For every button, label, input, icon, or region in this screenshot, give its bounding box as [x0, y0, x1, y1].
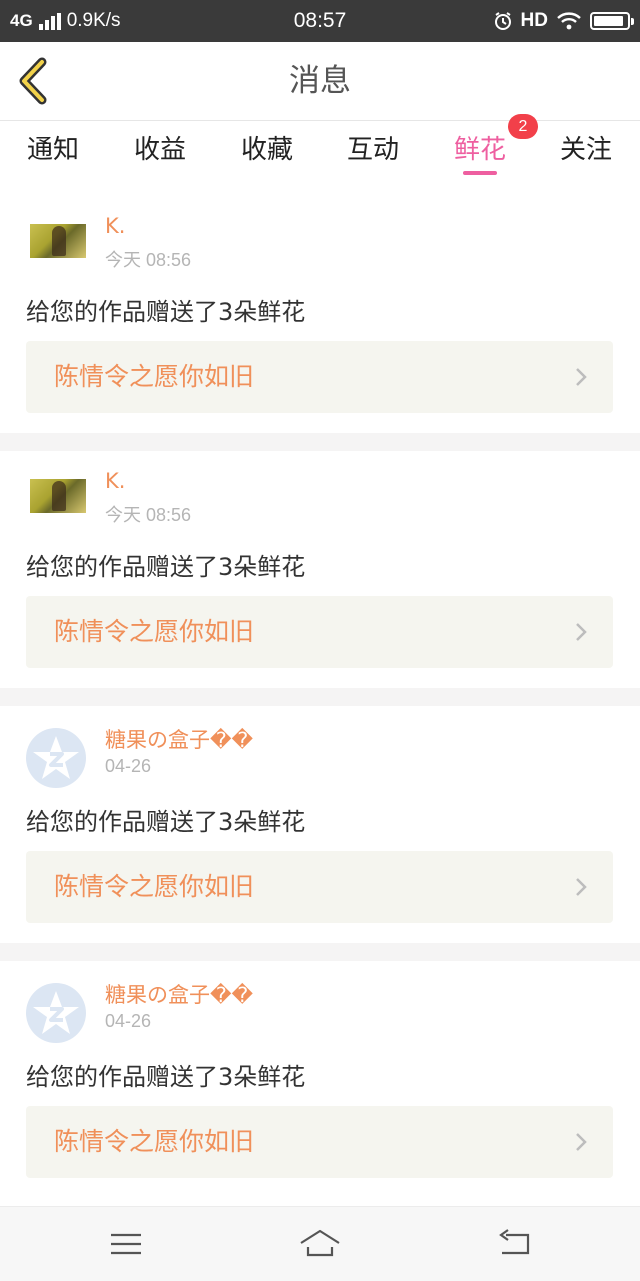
work-link[interactable]: 陈情令之愿你如旧 — [26, 596, 613, 668]
work-title: 陈情令之愿你如旧 — [54, 1127, 255, 1156]
work-title: 陈情令之愿你如旧 — [54, 362, 255, 391]
page-title: 消息 — [289, 63, 351, 99]
message-text: 给您的作品赠送了3朵鲜花 — [26, 553, 306, 581]
chevron-right-icon — [576, 368, 587, 386]
divider — [0, 433, 640, 451]
tab-notifications[interactable]: 通知 — [13, 121, 93, 181]
message-text: 给您的作品赠送了3朵鲜花 — [26, 298, 306, 326]
tab-favorites[interactable]: 收藏 — [227, 121, 307, 181]
tab-label: 关注 — [559, 135, 612, 165]
tab-interactions[interactable]: 互动 — [333, 121, 413, 181]
tab-bar: 通知 收益 收藏 互动 鲜花 2 关注 — [0, 114, 640, 181]
default-avatar-star-icon — [33, 991, 79, 1034]
unread-badge: 2 — [508, 114, 538, 139]
work-link[interactable]: 陈情令之愿你如旧 — [26, 1106, 613, 1178]
status-bar: 4G 0.9K/s 08:57 HD — [0, 0, 640, 42]
message-text: 给您的作品赠送了3朵鲜花 — [26, 808, 306, 836]
tab-label: 互动 — [346, 135, 399, 165]
username[interactable]: 糖果の盒子�� — [105, 724, 253, 754]
avatar[interactable] — [26, 728, 86, 788]
username[interactable]: 糖果の盒子�� — [105, 979, 253, 1009]
default-avatar-star-icon — [33, 736, 79, 779]
title-bar: 消息 — [0, 42, 640, 121]
list-item: 糖果の盒子�� 04-26 给您的作品赠送了3朵鲜花 陈情令之愿你如旧 — [0, 961, 640, 1198]
chevron-right-icon — [576, 623, 587, 641]
hd-label: HD — [520, 10, 548, 31]
list-item: K. 今天 08:56 给您的作品赠送了3朵鲜花 陈情令之愿你如旧 — [0, 196, 640, 433]
system-nav-bar — [0, 1206, 640, 1281]
list-item: K. 今天 08:56 给您的作品赠送了3朵鲜花 陈情令之愿你如旧 — [0, 451, 640, 688]
username[interactable]: K. — [105, 469, 125, 493]
home-icon[interactable] — [298, 1225, 342, 1263]
status-right: HD — [493, 0, 634, 42]
avatar[interactable] — [26, 983, 86, 1043]
chevron-right-icon — [576, 1133, 587, 1151]
work-link[interactable]: 陈情令之愿你如旧 — [26, 341, 613, 413]
divider — [0, 943, 640, 961]
chevron-right-icon — [576, 878, 587, 896]
tab-follows[interactable]: 关注 — [546, 121, 626, 181]
list-item: 糖果の盒子�� 04-26 给您的作品赠送了3朵鲜花 陈情令之愿你如旧 — [0, 706, 640, 943]
menu-icon[interactable] — [104, 1225, 148, 1263]
username[interactable]: K. — [105, 214, 125, 238]
flower-message-list: K. 今天 08:56 给您的作品赠送了3朵鲜花 陈情令之愿你如旧 K. 今天 … — [0, 196, 640, 1198]
work-title: 陈情令之愿你如旧 — [54, 872, 255, 901]
avatar[interactable] — [30, 479, 86, 513]
timestamp: 04-26 — [105, 756, 152, 776]
tab-flowers[interactable]: 鲜花 2 — [440, 114, 538, 181]
wifi-icon — [557, 12, 581, 30]
message-text: 给您的作品赠送了3朵鲜花 — [26, 1063, 306, 1091]
tab-earnings[interactable]: 收益 — [120, 121, 200, 181]
tab-label: 通知 — [26, 135, 79, 165]
work-title: 陈情令之愿你如旧 — [54, 617, 255, 646]
active-tab-indicator — [463, 171, 497, 175]
alarm-icon — [494, 12, 511, 30]
divider — [0, 688, 640, 706]
battery-icon — [590, 12, 634, 30]
return-icon[interactable] — [494, 1225, 538, 1263]
timestamp: 04-26 — [105, 1011, 152, 1031]
tab-label: 收益 — [133, 135, 186, 165]
avatar[interactable] — [30, 224, 86, 258]
tab-label: 鲜花 — [453, 135, 506, 165]
tab-label: 收藏 — [240, 135, 293, 165]
timestamp: 今天 08:56 — [105, 250, 192, 270]
work-link[interactable]: 陈情令之愿你如旧 — [26, 851, 613, 923]
timestamp: 今天 08:56 — [105, 505, 192, 525]
